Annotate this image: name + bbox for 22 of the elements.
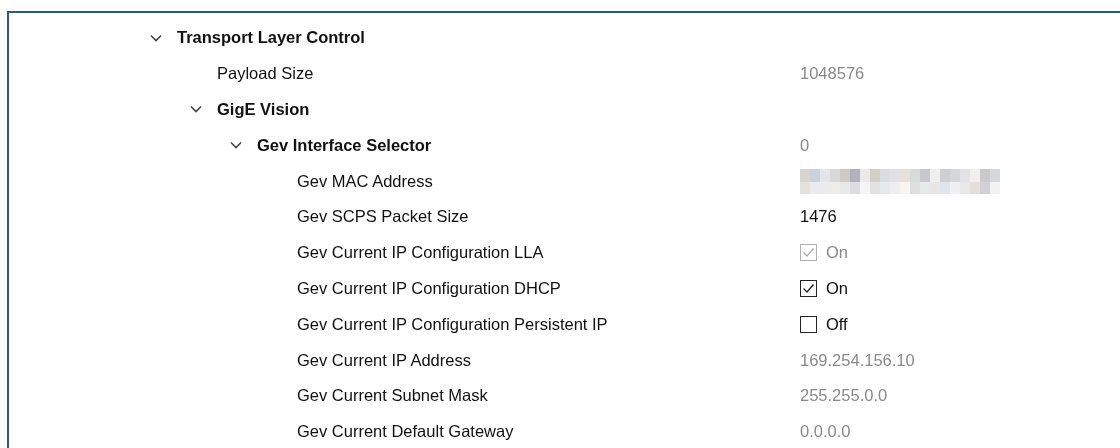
property-label: Gev Current IP Configuration DHCP [297,278,561,298]
property-label: Gev Current IP Configuration LLA [297,243,544,263]
checkbox-label: On [826,278,848,298]
checkbox-label: On [826,243,848,263]
property-label: Gev Current IP Configuration Persistent IP [297,314,608,334]
property-label: Payload Size [217,64,314,84]
property-label: Gev Current Subnet Mask [297,386,488,406]
category-label: GigE Vision [217,100,310,119]
category-label: Transport Layer Control [177,28,365,48]
property-label: Gev MAC Address [297,171,433,191]
property-value: 169.254.156.10 [800,350,915,370]
property-value: 1476 [800,207,837,227]
category-label: Gev Interface Selector [257,135,432,155]
checkmark-icon [802,281,815,295]
property-label: Gev Current IP Address [297,350,471,370]
property-value: 255.255.0.0 [800,386,888,406]
property-label: Gev Current Default Gateway [297,422,514,442]
property-label: Gev SCPS Packet Size [297,207,469,227]
property-value: 0 [800,135,810,155]
checkbox-label: Off [826,314,848,334]
property-value: 0.0.0.0 [800,422,851,442]
property-value: 1048576 [800,64,865,84]
